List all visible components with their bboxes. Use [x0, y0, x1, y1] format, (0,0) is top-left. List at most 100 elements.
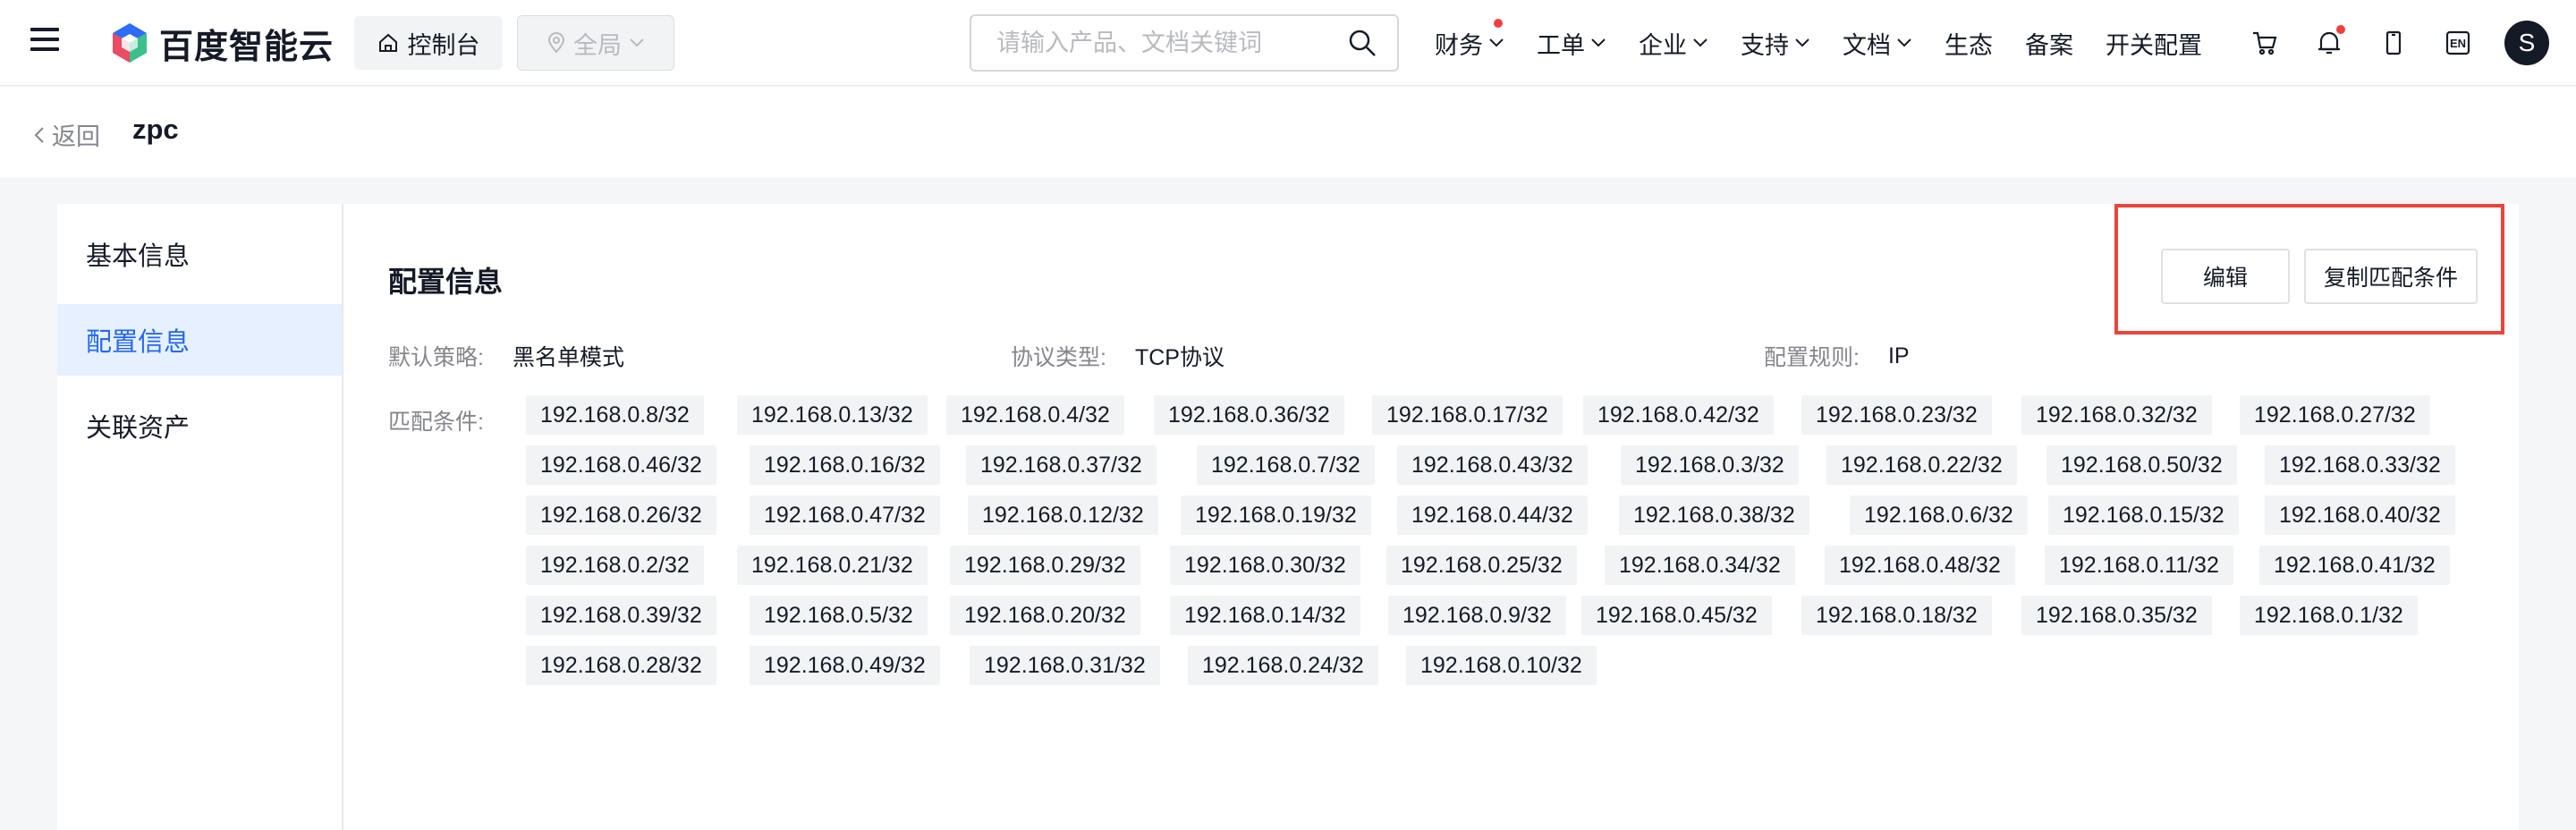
cart-icon[interactable]	[2247, 25, 2283, 61]
config-rule-label: 配置规则:	[1764, 345, 1860, 370]
ip-tag: 192.168.0.11/32	[2045, 546, 2233, 585]
content-card: 基本信息 配置信息 关联资产 配置信息 编辑 复制匹配条件 默认策略: 黑名单模…	[57, 204, 2519, 830]
nav-switch-config[interactable]: 开关配置	[2106, 26, 2202, 61]
search-input[interactable]	[995, 28, 1347, 58]
side-menu-item-label: 关联资产	[86, 414, 191, 443]
tag-row: 192.168.0.8/32 192.168.0.13/32 192.168.0…	[526, 395, 2494, 445]
ip-tag: 192.168.0.3/32	[1621, 445, 1799, 485]
tag-row: 192.168.0.28/32 192.168.0.49/32 192.168.…	[526, 646, 2494, 696]
protocol-type: 协议类型: TCP协议	[1011, 338, 1224, 374]
nav-docs-label: 文档	[1843, 31, 1891, 59]
side-menu-basic-info[interactable]: 基本信息	[57, 218, 342, 290]
ip-tag: 192.168.0.29/32	[950, 546, 1140, 585]
console-button[interactable]: 控制台	[354, 16, 503, 70]
nav-icons: EN	[2247, 0, 2504, 86]
ip-tag: 192.168.0.13/32	[737, 395, 928, 435]
edit-button[interactable]: 编辑	[2161, 249, 2290, 304]
chevron-down-icon	[1489, 38, 1504, 47]
default-policy-value: 黑名单模式	[512, 345, 624, 370]
ip-tag: 192.168.0.8/32	[526, 395, 704, 435]
ip-tag: 192.168.0.2/32	[526, 546, 704, 585]
ip-tag: 192.168.0.1/32	[2240, 596, 2418, 635]
ip-tag: 192.168.0.20/32	[950, 596, 1140, 635]
ip-tag: 192.168.0.35/32	[2021, 596, 2212, 635]
page-header: 返回 zpc	[0, 87, 2576, 177]
nav-ticket[interactable]: 工单	[1537, 26, 1606, 61]
chevron-down-icon	[1591, 38, 1606, 47]
ip-tag: 192.168.0.27/32	[2240, 395, 2430, 435]
side-menu-related-assets[interactable]: 关联资产	[57, 390, 342, 462]
menu-icon[interactable]	[30, 28, 59, 56]
config-rule: 配置规则: IP	[1764, 338, 1910, 374]
ip-tag: 192.168.0.18/32	[1801, 596, 1992, 635]
ip-tag: 192.168.0.5/32	[750, 596, 928, 635]
ip-tag: 192.168.0.15/32	[2048, 495, 2239, 535]
ip-tag: 192.168.0.50/32	[2046, 445, 2237, 485]
logo-text: 百度智能云	[159, 28, 335, 66]
side-menu: 基本信息 配置信息 关联资产	[57, 204, 343, 830]
nav-support[interactable]: 支持	[1741, 26, 1810, 61]
ip-tag: 192.168.0.49/32	[750, 646, 940, 685]
nav-filing-label: 备案	[2025, 31, 2073, 59]
nav-finance[interactable]: 财务	[1435, 18, 1504, 61]
default-policy: 默认策略: 黑名单模式	[388, 338, 624, 374]
chevron-down-icon	[1897, 38, 1911, 47]
nav-filing[interactable]: 备案	[2025, 26, 2073, 61]
ip-tag: 192.168.0.38/32	[1619, 495, 1809, 535]
nav-switch-config-label: 开关配置	[2106, 31, 2202, 59]
nav-docs[interactable]: 文档	[1843, 26, 1912, 61]
language-label: EN	[2449, 36, 2467, 50]
tag-row: 192.168.0.46/32 192.168.0.16/32 192.168.…	[526, 445, 2494, 495]
ip-tag: 192.168.0.23/32	[1801, 395, 1992, 435]
chevron-down-icon	[630, 38, 644, 47]
ip-tag: 192.168.0.40/32	[2265, 495, 2455, 535]
search-icon[interactable]	[1347, 28, 1377, 58]
ip-tag: 192.168.0.33/32	[2265, 445, 2455, 485]
ip-tag: 192.168.0.4/32	[946, 395, 1124, 435]
search-box	[970, 14, 1399, 72]
ip-tag: 192.168.0.48/32	[1825, 546, 2015, 585]
ip-tag: 192.168.0.24/32	[1188, 646, 1378, 685]
back-label: 返回	[52, 123, 100, 150]
ip-tag: 192.168.0.10/32	[1406, 646, 1597, 685]
side-menu-item-label: 基本信息	[86, 242, 191, 271]
nav-ticket-label: 工单	[1537, 31, 1585, 59]
location-icon	[547, 32, 565, 54]
ip-tag: 192.168.0.39/32	[526, 596, 716, 635]
ip-tag: 192.168.0.34/32	[1605, 546, 1795, 585]
page-title: zpc	[132, 114, 179, 145]
language-icon[interactable]: EN	[2440, 25, 2476, 61]
protocol-type-label: 协议类型:	[1011, 345, 1106, 370]
copy-match-conditions-button[interactable]: 复制匹配条件	[2304, 249, 2478, 304]
protocol-type-value: TCP协议	[1134, 345, 1224, 370]
nav-enterprise[interactable]: 企业	[1639, 26, 1708, 61]
ip-tag: 192.168.0.9/32	[1388, 596, 1566, 635]
chevron-left-icon	[34, 126, 44, 143]
tag-row: 192.168.0.39/32 192.168.0.5/32 192.168.0…	[526, 596, 2494, 646]
back-link[interactable]: 返回	[34, 117, 100, 152]
nav-ecosystem[interactable]: 生态	[1945, 26, 1993, 61]
nav-enterprise-label: 企业	[1639, 31, 1687, 59]
nav-links: 财务 工单 企业 支持 文档 生态 备案 开关配置	[1435, 0, 2234, 86]
home-icon	[378, 33, 397, 52]
ip-tag: 192.168.0.28/32	[526, 646, 716, 685]
notification-dot	[1494, 18, 1503, 28]
nav-support-label: 支持	[1741, 31, 1789, 59]
region-selector[interactable]: 全局	[517, 15, 674, 71]
avatar[interactable]: S	[2504, 21, 2549, 65]
ip-tag: 192.168.0.41/32	[2259, 546, 2450, 585]
ip-tag: 192.168.0.19/32	[1181, 495, 1371, 535]
chevron-down-icon	[1795, 38, 1809, 47]
ip-tag: 192.168.0.16/32	[750, 445, 940, 485]
top-navbar: 百度智能云 控制台 全局 财务 工单 企业	[0, 0, 2576, 86]
mobile-icon[interactable]	[2376, 25, 2411, 61]
ip-tag: 192.168.0.14/32	[1170, 596, 1360, 635]
match-conditions-list: 192.168.0.8/32 192.168.0.13/32 192.168.0…	[526, 395, 2494, 696]
match-conditions-label: 匹配条件:	[388, 410, 484, 435]
section-title: 配置信息	[388, 266, 504, 298]
tag-row: 192.168.0.26/32 192.168.0.47/32 192.168.…	[526, 495, 2494, 546]
logo[interactable]: 百度智能云	[109, 21, 334, 66]
side-menu-config-info[interactable]: 配置信息	[57, 304, 342, 376]
ip-tag: 192.168.0.6/32	[1850, 495, 2028, 535]
bell-icon[interactable]	[2311, 25, 2347, 61]
